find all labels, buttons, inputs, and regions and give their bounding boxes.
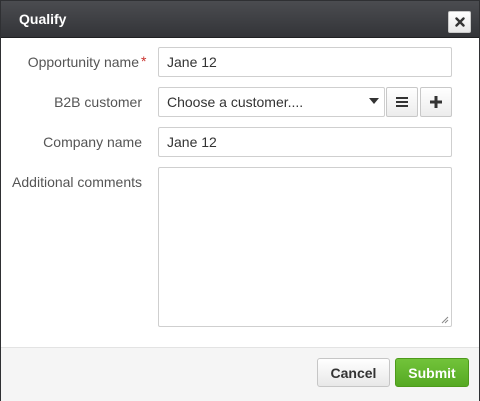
dialog-title-bar: Qualify [1,1,479,38]
add-customer-button[interactable] [420,87,452,117]
additional-comments-textarea[interactable] [158,167,452,327]
plus-icon [430,96,442,108]
chevron-down-icon [369,98,379,104]
b2b-customer-label: B2B customer [54,94,142,110]
cancel-button[interactable]: Cancel [317,358,390,387]
company-name-input[interactable] [158,127,452,157]
company-name-label: Company name [43,134,142,150]
b2b-customer-select[interactable]: Choose a customer.... [158,87,385,117]
close-x-icon [454,17,465,27]
dialog-title: Qualify [19,11,67,27]
customer-list-button[interactable] [386,87,418,117]
resize-grip-icon[interactable] [441,316,449,324]
required-indicator: * [141,53,147,69]
close-button[interactable] [448,11,471,33]
submit-button[interactable]: Submit [395,358,469,387]
qualify-dialog: Qualify Opportunity name * B2B customer … [0,0,480,401]
b2b-customer-selected: Choose a customer.... [167,94,304,110]
opportunity-name-label: Opportunity name [27,54,139,70]
additional-comments-label: Additional comments [12,174,142,190]
list-icon [396,97,408,107]
opportunity-name-input[interactable] [158,47,452,77]
